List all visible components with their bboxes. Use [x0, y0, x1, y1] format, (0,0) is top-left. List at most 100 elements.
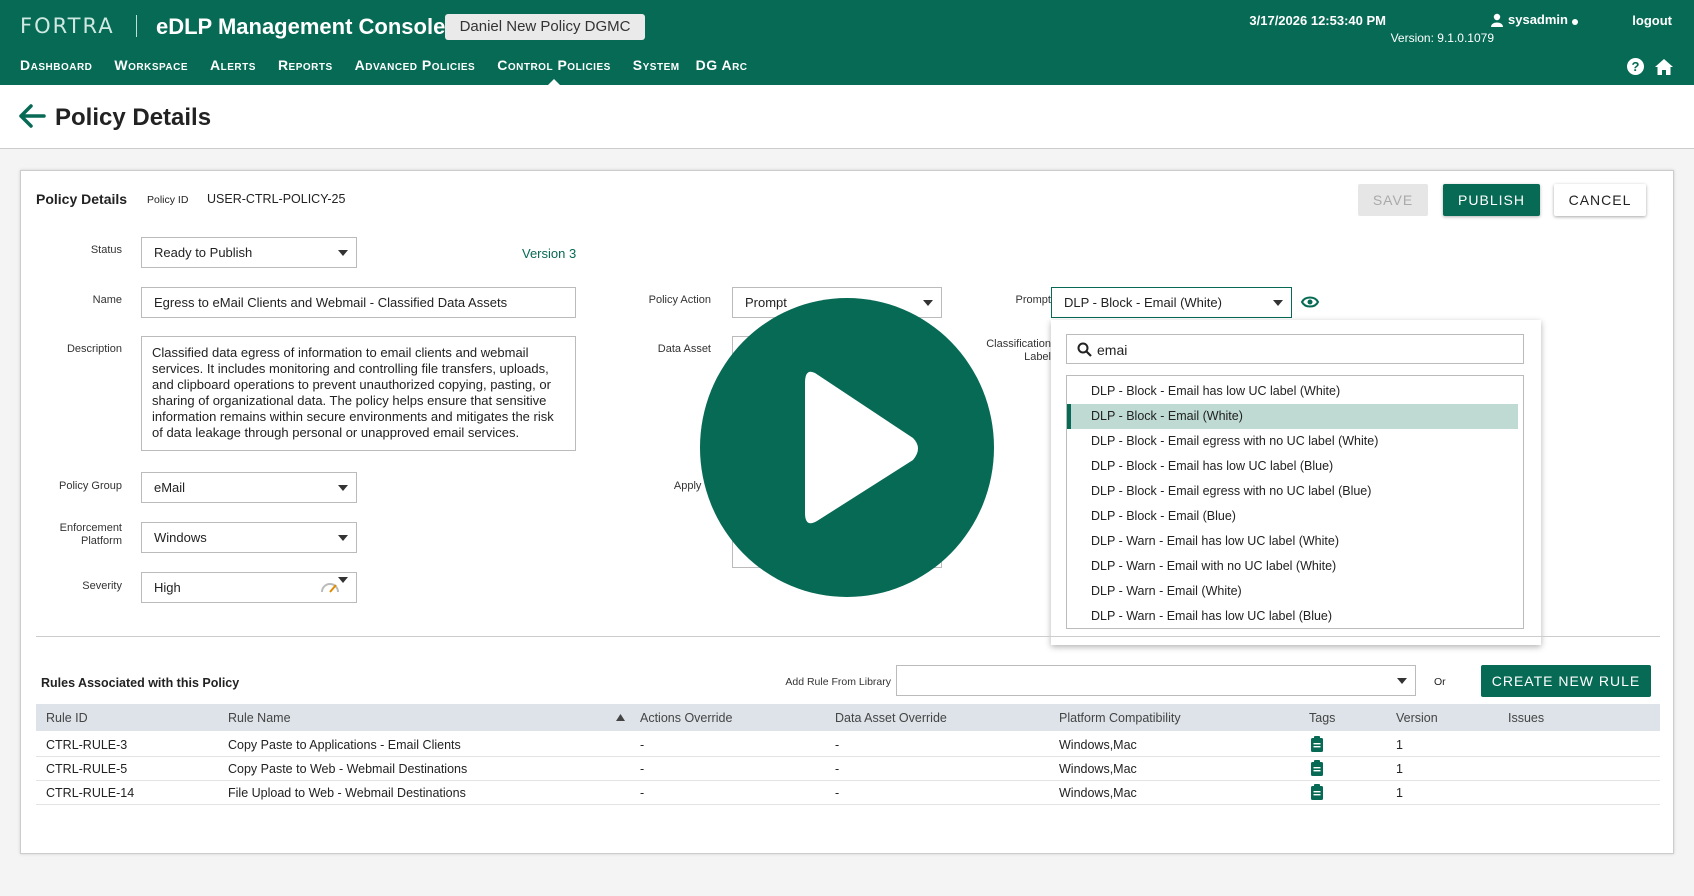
policy-group-value: eMail — [154, 480, 186, 495]
section-divider — [36, 636, 1660, 637]
add-rule-select[interactable] — [896, 665, 1416, 696]
enforcement-platform-label: Enforcement Platform — [41, 522, 122, 548]
dropdown-option[interactable]: DLP - Warn - Email has low UC label (Whi… — [1067, 529, 1523, 554]
description-label: Description — [66, 343, 122, 355]
policy-action-label: Policy Action — [648, 294, 711, 306]
video-play-button[interactable] — [700, 298, 994, 597]
col-rule-name[interactable]: Rule Name — [228, 711, 291, 725]
table-row[interactable]: CTRL-RULE-3 Copy Paste to Applications -… — [36, 733, 1660, 757]
policy-group-label: Policy Group — [59, 480, 122, 492]
chevron-down-icon — [1273, 300, 1283, 306]
dropdown-option[interactable]: DLP - Block - Email (Blue) — [1067, 504, 1523, 529]
fortra-logo: FORTRA — [20, 14, 115, 38]
prompt-select[interactable]: DLP - Block - Email (White) — [1051, 287, 1292, 318]
prompt-label: Prompt — [1015, 294, 1051, 306]
home-icon[interactable] — [1654, 58, 1674, 76]
create-new-rule-button[interactable]: CREATE NEW RULE — [1481, 665, 1651, 697]
tag-clipboard-icon[interactable] — [1310, 760, 1324, 776]
nav-advanced-policies[interactable]: Advanced Policies — [355, 57, 476, 73]
user-icon — [1491, 13, 1504, 27]
dropdown-option[interactable]: DLP - Warn - Email has low UC label (Blu… — [1067, 604, 1523, 628]
dropdown-option[interactable]: DLP - Block - Email has low UC label (Bl… — [1067, 454, 1523, 479]
play-icon — [805, 371, 918, 524]
rule-name: Copy Paste to Applications - Email Clien… — [228, 738, 461, 752]
dropdown-option[interactable]: DLP - Block - Email has low UC label (Wh… — [1067, 379, 1523, 404]
actions-override: - — [640, 762, 645, 776]
save-button[interactable]: SAVE — [1358, 184, 1428, 216]
eye-icon[interactable] — [1301, 296, 1319, 308]
or-label: Or — [1434, 676, 1446, 688]
name-input[interactable]: Egress to eMail Clients and Webmail - Cl… — [141, 287, 576, 318]
col-rule-id[interactable]: Rule ID — [46, 711, 88, 725]
policy-name-badge: Daniel New Policy DGMC — [445, 14, 645, 40]
username: sysadmin — [1508, 12, 1568, 27]
col-data-asset-override[interactable]: Data Asset Override — [835, 711, 947, 725]
nav-dg-arc[interactable]: DG Arc — [696, 57, 748, 73]
rule-name: Copy Paste to Web - Webmail Destinations — [228, 762, 468, 776]
enforcement-platform-value: Windows — [154, 530, 207, 545]
dropdown-option[interactable]: DLP - Block - Email egress with no UC la… — [1067, 479, 1523, 504]
logout-link[interactable]: logout — [1632, 13, 1672, 28]
rule-version: 1 — [1396, 738, 1403, 752]
apply-to-label: Apply T — [673, 480, 711, 492]
status-value: Ready to Publish — [154, 245, 253, 260]
col-issues[interactable]: Issues — [1508, 711, 1544, 725]
actions-override: - — [640, 738, 645, 752]
nav-alerts[interactable]: Alerts — [210, 57, 256, 73]
dropdown-option[interactable]: DLP - Block - Email egress with no UC la… — [1067, 429, 1523, 454]
back-arrow-icon[interactable] — [18, 102, 46, 130]
col-tags[interactable]: Tags — [1309, 711, 1335, 725]
header-divider — [136, 15, 137, 37]
enforcement-label-line2: Platform — [81, 535, 122, 547]
main-nav: Dashboard Workspace Alerts Reports Advan… — [20, 57, 770, 86]
enforcement-label-line1: Enforcement — [59, 522, 122, 534]
rule-name: File Upload to Web - Webmail Destination… — [228, 786, 466, 800]
sort-asc-icon[interactable] — [616, 714, 625, 721]
data-asset-override: - — [835, 738, 840, 752]
datetime: 3/17/2026 12:53:40 PM — [1249, 13, 1386, 28]
nav-system[interactable]: System — [633, 57, 680, 73]
publish-button[interactable]: PUBLISH — [1443, 184, 1540, 216]
tag-clipboard-icon[interactable] — [1310, 736, 1324, 752]
search-value: emai — [1097, 342, 1128, 358]
col-platform-compatibility[interactable]: Platform Compatibility — [1059, 711, 1181, 725]
tag-clipboard-icon[interactable] — [1310, 784, 1324, 800]
policy-id-label: Policy ID — [147, 194, 189, 206]
cancel-button[interactable]: CANCEL — [1554, 184, 1646, 216]
col-version[interactable]: Version — [1396, 711, 1438, 725]
nav-dashboard[interactable]: Dashboard — [20, 57, 92, 73]
actions-override: - — [640, 786, 645, 800]
top-header: FORTRA eDLP Management Console Daniel Ne… — [0, 0, 1694, 86]
table-row[interactable]: CTRL-RULE-14 File Upload to Web - Webmai… — [36, 781, 1660, 805]
rule-version: 1 — [1396, 786, 1403, 800]
policy-action-value: Prompt — [745, 295, 787, 310]
enforcement-platform-select[interactable]: Windows — [141, 522, 357, 553]
prompt-dropdown-panel: emai DLP - Block - Email has low UC labe… — [1051, 320, 1541, 645]
chevron-down-icon — [338, 577, 348, 583]
table-row[interactable]: CTRL-RULE-5 Copy Paste to Web - Webmail … — [36, 757, 1660, 781]
separator-dot — [1572, 19, 1578, 25]
add-rule-label: Add Rule From Library — [785, 676, 891, 688]
app-title: eDLP Management Console — [156, 14, 446, 39]
dropdown-search-input[interactable]: emai — [1066, 334, 1524, 364]
dropdown-option-selected[interactable]: DLP - Block - Email (White) — [1067, 404, 1518, 429]
dropdown-option[interactable]: DLP - Warn - Email (White) — [1067, 579, 1523, 604]
version-text: Version: 9.1.0.1079 — [1390, 31, 1494, 45]
nav-control-policies[interactable]: Control Policies — [497, 57, 611, 86]
page-title-bar: Policy Details — [0, 85, 1694, 149]
severity-select[interactable]: High — [141, 572, 357, 603]
user-menu[interactable]: sysadmin — [1491, 12, 1568, 27]
dropdown-option[interactable]: DLP - Warn - Email with no UC label (Whi… — [1067, 554, 1523, 579]
rules-table-header: Rule ID Rule Name Actions Override Data … — [36, 704, 1660, 731]
status-select[interactable]: Ready to Publish — [141, 237, 357, 268]
header-icons: ? — [1627, 58, 1674, 76]
nav-reports[interactable]: Reports — [278, 57, 333, 73]
data-asset-override: - — [835, 762, 840, 776]
classification-label-line1: Classification — [986, 338, 1051, 350]
col-actions-override[interactable]: Actions Override — [640, 711, 732, 725]
chevron-down-icon — [338, 250, 348, 256]
help-icon[interactable]: ? — [1627, 58, 1644, 75]
policy-group-select[interactable]: eMail — [141, 472, 357, 503]
description-textarea[interactable]: Classified data egress of information to… — [141, 336, 576, 451]
nav-workspace[interactable]: Workspace — [114, 57, 188, 73]
